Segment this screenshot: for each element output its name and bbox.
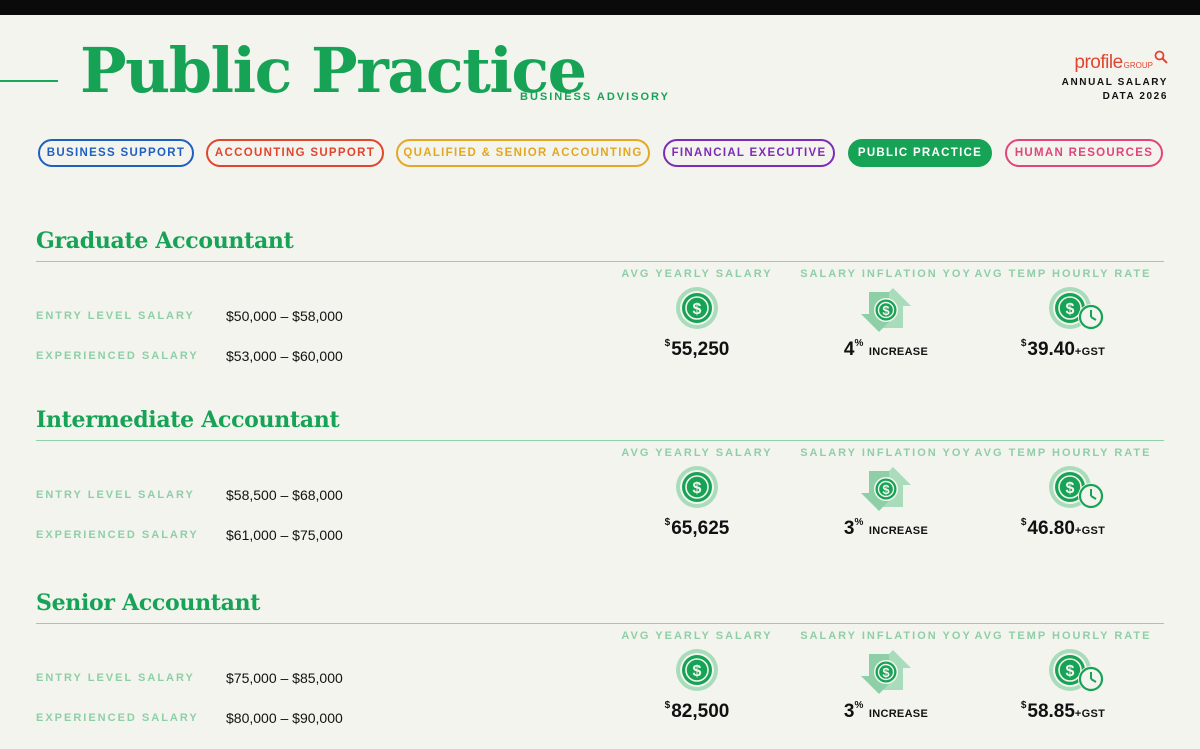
svg-text:$: $ bbox=[693, 301, 702, 318]
svg-text:$: $ bbox=[1066, 663, 1075, 680]
entry-level-range: $58,500 – $68,000 bbox=[226, 487, 343, 503]
section-divider bbox=[36, 261, 1164, 262]
brand-block: profile GROUP ANNUAL SALARY DATA 2026 bbox=[1061, 50, 1168, 104]
avg-yearly-heading: AVG YEARLY SALARY bbox=[621, 268, 773, 280]
page-title: Public Practice bbox=[80, 34, 587, 107]
inflation-heading: SALARY INFLATION YOY bbox=[800, 630, 972, 642]
experienced-label: EXPERIENCED SALARY bbox=[36, 350, 199, 362]
dollar-clock-icon: $ bbox=[1048, 286, 1106, 339]
inflation-arrows-icon: $ bbox=[859, 286, 913, 339]
brand-line-1: ANNUAL SALARY bbox=[1061, 77, 1168, 88]
temp-rate-value: $39.40+GST bbox=[1020, 338, 1106, 360]
role-section: Graduate Accountant ENTRY LEVEL SALARY $… bbox=[36, 228, 1164, 364]
dollar-clock-icon: $ bbox=[1048, 648, 1106, 701]
role-title: Graduate Accountant bbox=[36, 228, 294, 254]
inflation-heading: SALARY INFLATION YOY bbox=[800, 268, 972, 280]
experienced-range: $61,000 – $75,000 bbox=[226, 527, 343, 543]
role-section: Intermediate Accountant ENTRY LEVEL SALA… bbox=[36, 407, 1164, 543]
brand-line-2: DATA 2026 bbox=[1102, 91, 1168, 102]
section-divider bbox=[36, 623, 1164, 624]
avg-yearly-value: $82,500 bbox=[664, 700, 730, 722]
tab-public-practice[interactable]: PUBLIC PRACTICE bbox=[848, 139, 992, 167]
temp-rate-heading: AVG TEMP HOURLY RATE bbox=[974, 268, 1152, 280]
inflation-value: 4% INCREASE bbox=[843, 338, 929, 360]
experienced-range: $53,000 – $60,000 bbox=[226, 348, 343, 364]
inflation-value: 3% INCREASE bbox=[843, 517, 929, 539]
role-section: Senior Accountant ENTRY LEVEL SALARY $75… bbox=[36, 590, 1164, 726]
entry-level-range: $75,000 – $85,000 bbox=[226, 670, 343, 686]
role-title: Senior Accountant bbox=[36, 590, 261, 616]
tab-business-support[interactable]: BUSINESS SUPPORT bbox=[38, 139, 194, 167]
inflation-value: 3% INCREASE bbox=[843, 700, 929, 722]
entry-level-label: ENTRY LEVEL SALARY bbox=[36, 310, 195, 322]
top-bar bbox=[0, 0, 1200, 15]
temp-rate-heading: AVG TEMP HOURLY RATE bbox=[974, 447, 1152, 459]
inflation-arrows-icon: $ bbox=[859, 648, 913, 701]
temp-rate-value: $46.80+GST bbox=[1020, 517, 1106, 539]
inflation-heading: SALARY INFLATION YOY bbox=[800, 447, 972, 459]
svg-text:$: $ bbox=[693, 480, 702, 497]
svg-text:$: $ bbox=[882, 665, 890, 680]
svg-text:$: $ bbox=[882, 482, 890, 497]
brand-logo-word: profile bbox=[1074, 52, 1123, 73]
dollar-coin-icon: $ bbox=[675, 648, 719, 697]
brand-logo-sub: GROUP bbox=[1123, 61, 1153, 70]
avg-yearly-value: $65,625 bbox=[664, 517, 730, 539]
tab-human-resources[interactable]: HUMAN RESOURCES bbox=[1005, 139, 1163, 167]
svg-text:$: $ bbox=[1066, 480, 1075, 497]
experienced-label: EXPERIENCED SALARY bbox=[36, 529, 199, 541]
dollar-clock-icon: $ bbox=[1048, 465, 1106, 518]
svg-text:$: $ bbox=[1066, 301, 1075, 318]
avg-yearly-heading: AVG YEARLY SALARY bbox=[621, 447, 773, 459]
svg-text:$: $ bbox=[882, 303, 890, 318]
tab-financial-executive[interactable]: FINANCIAL EXECUTIVE bbox=[663, 139, 835, 167]
svg-text:$: $ bbox=[693, 663, 702, 680]
experienced-range: $80,000 – $90,000 bbox=[226, 710, 343, 726]
brand-logo: profile GROUP bbox=[1062, 50, 1168, 76]
entry-level-label: ENTRY LEVEL SALARY bbox=[36, 672, 195, 684]
avg-yearly-value: $55,250 bbox=[664, 338, 730, 360]
dollar-coin-icon: $ bbox=[675, 465, 719, 514]
section-divider bbox=[36, 440, 1164, 441]
avg-yearly-heading: AVG YEARLY SALARY bbox=[621, 630, 773, 642]
tab-qualified-senior-accounting[interactable]: QUALIFIED & SENIOR ACCOUNTING bbox=[396, 139, 650, 167]
title-accent-line bbox=[0, 80, 58, 82]
entry-level-range: $50,000 – $58,000 bbox=[226, 308, 343, 324]
temp-rate-value: $58.85+GST bbox=[1020, 700, 1106, 722]
dollar-coin-icon: $ bbox=[675, 286, 719, 335]
entry-level-label: ENTRY LEVEL SALARY bbox=[36, 489, 195, 501]
experienced-label: EXPERIENCED SALARY bbox=[36, 712, 199, 724]
temp-rate-heading: AVG TEMP HOURLY RATE bbox=[974, 630, 1152, 642]
magnifier-icon bbox=[1154, 50, 1168, 69]
role-title: Intermediate Accountant bbox=[36, 407, 340, 433]
page-subtitle: BUSINESS ADVISORY bbox=[520, 91, 670, 103]
inflation-arrows-icon: $ bbox=[859, 465, 913, 518]
tab-accounting-support[interactable]: ACCOUNTING SUPPORT bbox=[206, 139, 384, 167]
